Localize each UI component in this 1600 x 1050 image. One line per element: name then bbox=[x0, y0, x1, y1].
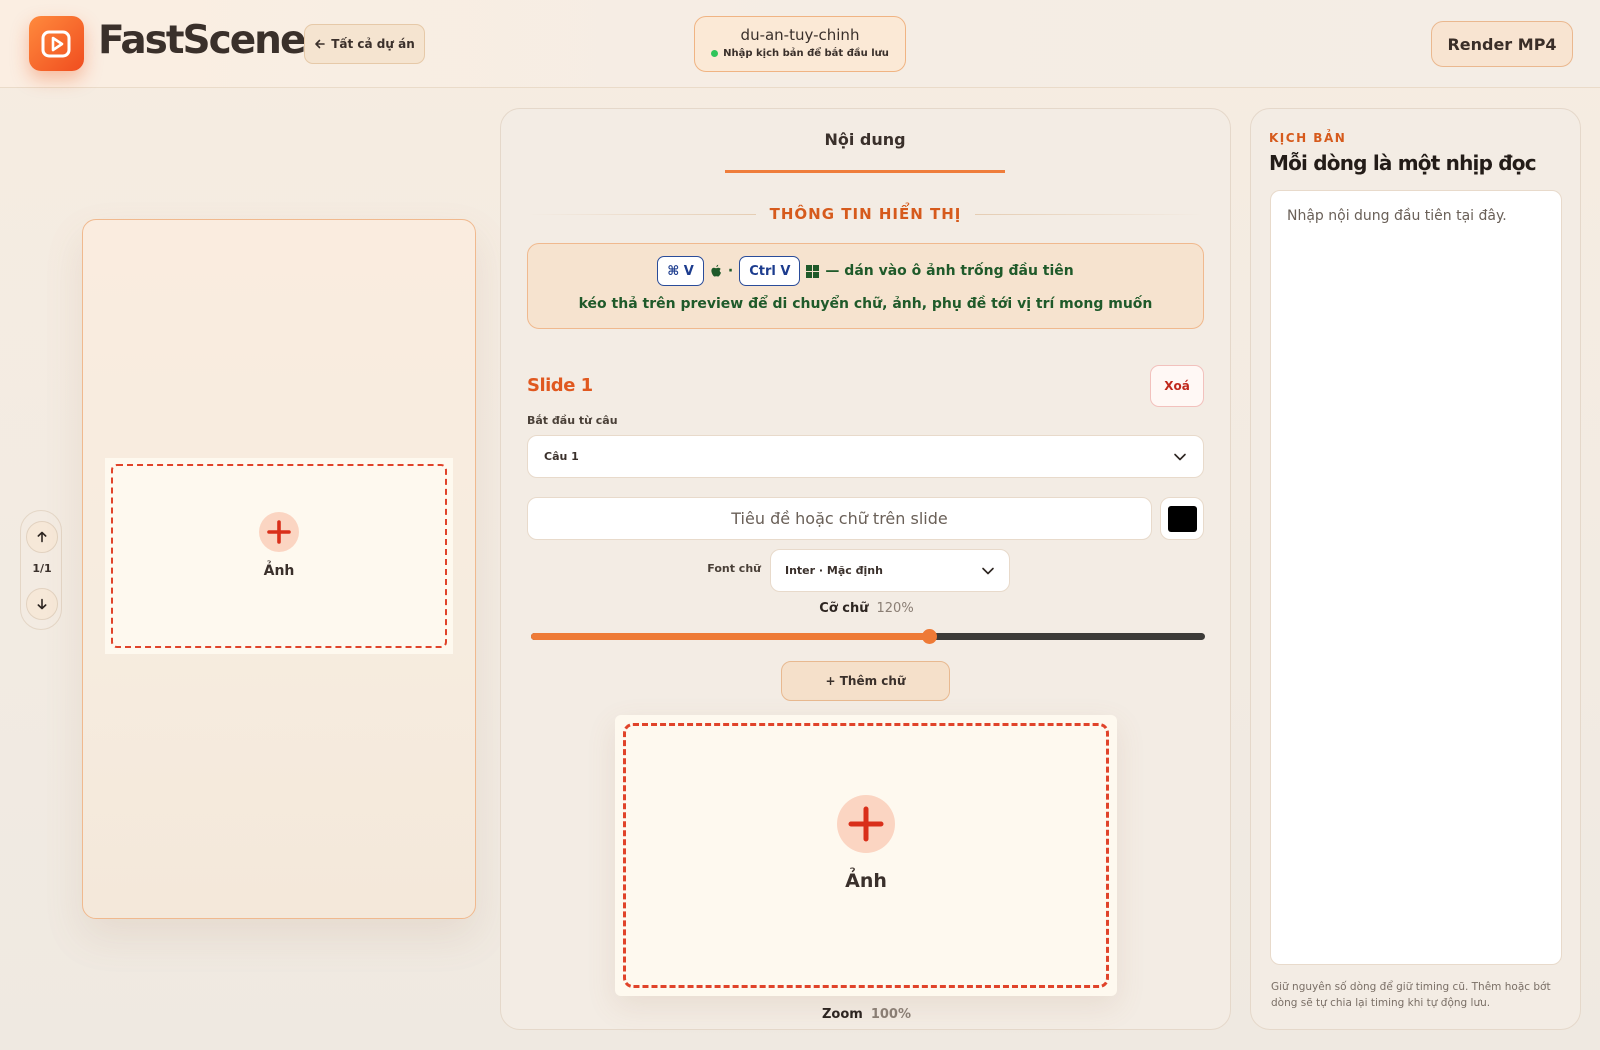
preview-image-label: Ảnh bbox=[263, 563, 295, 579]
slide-preview[interactable]: Ảnh bbox=[82, 219, 476, 919]
zoom-readout: Zoom 100% bbox=[501, 1007, 1232, 1022]
all-projects-button[interactable]: Tất cả dự án bbox=[304, 24, 425, 64]
zoom-value: 100% bbox=[870, 1007, 911, 1022]
save-status: Nhập kịch bản để bắt đầu lưu bbox=[695, 48, 905, 59]
save-status-text: Nhập kịch bản để bắt đầu lưu bbox=[723, 48, 889, 59]
plus-icon bbox=[267, 520, 291, 544]
font-size-readout: Cỡ chữ 120% bbox=[501, 601, 1232, 616]
tab-content[interactable]: Nội dung bbox=[725, 109, 1005, 173]
project-name-pill[interactable]: du-an-tuy-chinh Nhập kịch bản để bắt đầu… bbox=[694, 16, 906, 72]
slider-fill bbox=[531, 633, 929, 640]
play-logo-icon bbox=[41, 30, 70, 57]
preview-dropzone-border bbox=[111, 464, 447, 648]
font-label: Font chữ bbox=[707, 562, 761, 575]
arrow-up-icon bbox=[37, 531, 47, 543]
section-title: THÔNG TIN HIỂN THỊ bbox=[769, 205, 962, 223]
windows-icon bbox=[806, 264, 820, 278]
section-header: THÔNG TIN HIỂN THỊ bbox=[527, 199, 1204, 229]
apple-icon bbox=[711, 264, 721, 277]
paste-tip-text: — dán vào ô ảnh trống đầu tiên bbox=[825, 263, 1074, 279]
divider bbox=[527, 213, 756, 215]
status-dot-icon bbox=[711, 50, 719, 57]
color-swatch-fill bbox=[1167, 505, 1197, 532]
font-select[interactable]: Inter · Mặc định bbox=[770, 549, 1010, 592]
add-text-button[interactable]: + Thêm chữ bbox=[781, 661, 950, 701]
text-color-picker[interactable] bbox=[1160, 497, 1204, 540]
zoom-label: Zoom bbox=[821, 1007, 863, 1022]
script-title: Mỗi dòng là một nhịp đọc bbox=[1269, 151, 1537, 175]
chevron-down-icon bbox=[982, 567, 994, 574]
image-dropzone-border bbox=[623, 723, 1109, 988]
start-sentence-value: Câu 1 bbox=[544, 450, 579, 463]
slide-page-indicator: 1/1 bbox=[32, 562, 52, 575]
divider bbox=[975, 213, 1204, 215]
shortcut-tips: ⌘ V · Ctrl V — dán vào ô ảnh trống đầu t… bbox=[527, 243, 1204, 329]
plus-icon bbox=[848, 806, 884, 842]
start-sentence-select[interactable]: Câu 1 bbox=[527, 435, 1204, 478]
all-projects-label: Tất cả dự án bbox=[331, 37, 415, 51]
mac-paste-shortcut: ⌘ V bbox=[657, 256, 704, 286]
delete-slide-button[interactable]: Xoá bbox=[1150, 365, 1204, 407]
drag-tip-text: kéo thả trên preview để di chuyển chữ, ả… bbox=[578, 296, 1153, 312]
arrow-left-icon bbox=[315, 39, 326, 49]
windows-paste-shortcut: Ctrl V bbox=[739, 256, 801, 286]
script-textarea[interactable] bbox=[1270, 190, 1562, 965]
add-image-button[interactable] bbox=[837, 795, 895, 853]
next-slide-button[interactable] bbox=[26, 588, 58, 620]
font-size-value: 120% bbox=[876, 601, 914, 616]
slide-text-input[interactable] bbox=[527, 497, 1152, 540]
slider-thumb[interactable] bbox=[921, 629, 937, 644]
font-size-slider[interactable] bbox=[531, 629, 1205, 644]
render-mp4-button[interactable]: Render MP4 bbox=[1431, 21, 1573, 67]
app-logo[interactable] bbox=[29, 16, 84, 71]
brand-name: FastScene bbox=[98, 18, 306, 63]
script-kicker: KỊCH BẢN bbox=[1269, 131, 1347, 145]
font-size-label: Cỡ chữ bbox=[819, 601, 869, 616]
app-header: FastScene Tất cả dự án du-an-tuy-chinh N… bbox=[0, 0, 1600, 88]
preview-image-slot[interactable]: Ảnh bbox=[105, 458, 453, 654]
slide-navigator: 1/1 bbox=[20, 510, 62, 630]
arrow-down-icon bbox=[37, 598, 47, 610]
content-editor-panel: Nội dung THÔNG TIN HIỂN THỊ ⌘ V · Ctrl V… bbox=[500, 108, 1231, 1030]
start-sentence-label: Bắt đầu từ câu bbox=[527, 414, 618, 427]
slide-title: Slide 1 bbox=[527, 375, 593, 396]
shortcut-separator: · bbox=[727, 263, 734, 279]
script-panel: KỊCH BẢN Mỗi dòng là một nhịp đọc Giữ ng… bbox=[1250, 108, 1581, 1030]
project-name: du-an-tuy-chinh bbox=[740, 26, 860, 44]
chevron-down-icon bbox=[1174, 453, 1186, 460]
script-note: Giữ nguyên số dòng để giữ timing cũ. Thê… bbox=[1271, 981, 1551, 1009]
image-slot-label: Ảnh bbox=[845, 870, 887, 892]
preview-add-image[interactable] bbox=[259, 512, 299, 552]
font-value: Inter · Mặc định bbox=[785, 564, 883, 577]
previous-slide-button[interactable] bbox=[26, 521, 58, 553]
slide-image-slot[interactable]: Ảnh bbox=[615, 715, 1117, 996]
